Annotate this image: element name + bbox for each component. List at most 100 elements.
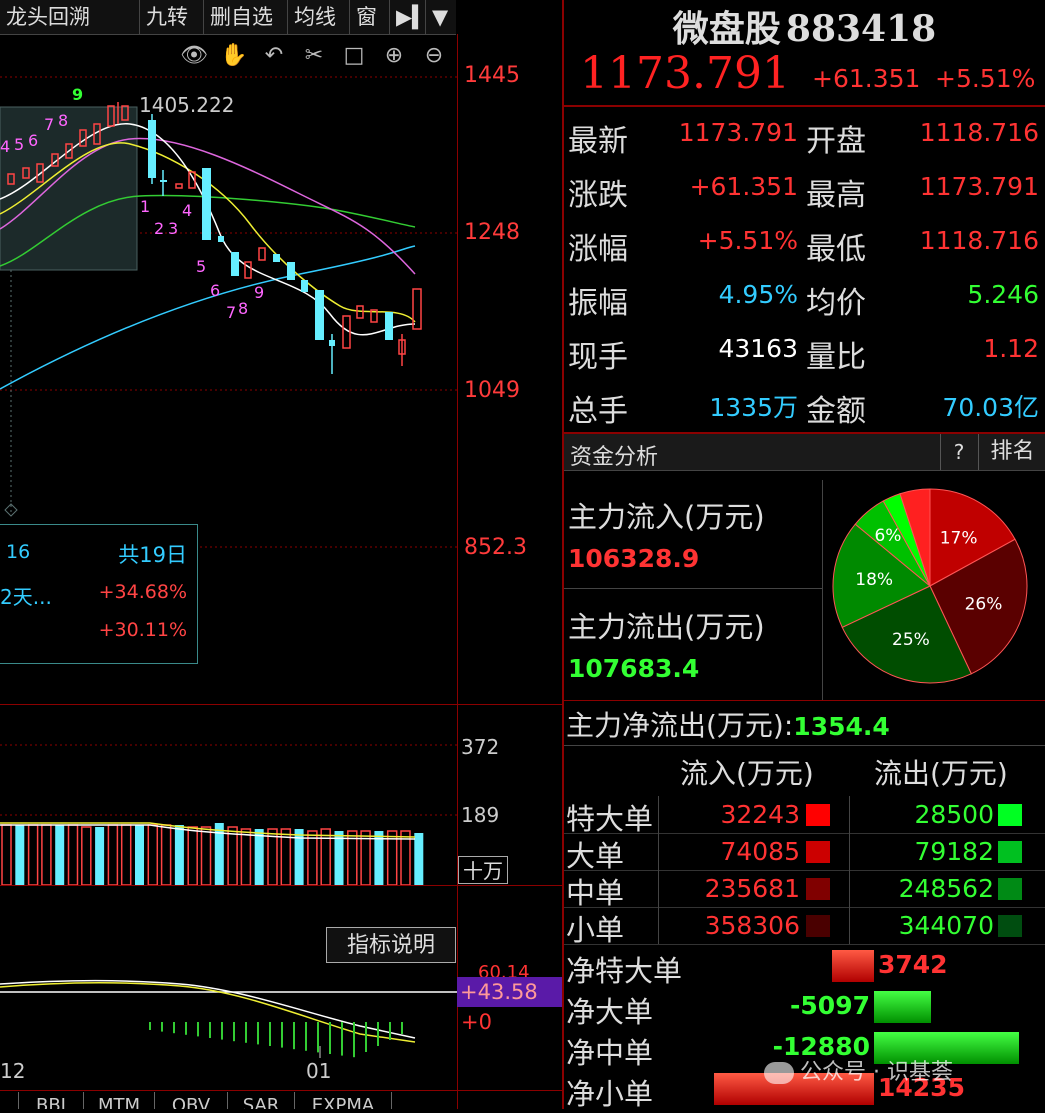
stock-code: 883418 bbox=[785, 8, 937, 50]
volume-bar bbox=[55, 825, 65, 885]
divider bbox=[849, 796, 850, 833]
pie-slice-label: 25% bbox=[892, 630, 930, 650]
quote-value: +61.351 bbox=[689, 172, 798, 201]
outflow-swatch bbox=[998, 804, 1022, 826]
volume-bar bbox=[240, 828, 252, 885]
outflow-swatch bbox=[998, 915, 1022, 937]
interval-stat-value: 16 bbox=[6, 541, 31, 563]
nine-count-label: 6 bbox=[28, 131, 38, 150]
capital-pie-chart[interactable]: 17% 26% 25% 18% 6% bbox=[830, 486, 1034, 690]
main-inflow-value: 106328.9 bbox=[568, 544, 700, 573]
quote-label: 最低 bbox=[806, 232, 866, 267]
indicator-chart[interactable]: 12 01 bbox=[0, 886, 457, 1090]
order-outflow-value: 248562 bbox=[898, 874, 994, 903]
order-flow-row: 特大单 32243 28500 bbox=[564, 796, 1045, 836]
toolbar-nine-turn[interactable]: 九转 bbox=[140, 0, 204, 34]
toolbar-remove-watchlist[interactable]: 删自选 bbox=[204, 0, 288, 34]
pie-slice-label: 6% bbox=[874, 526, 901, 546]
volume-bar bbox=[135, 825, 144, 885]
quote-label: 现手 bbox=[568, 340, 628, 375]
quote-value: 5.246 bbox=[967, 280, 1039, 309]
column-header-inflow: 流入(万元) bbox=[680, 757, 814, 790]
quote-value: 1118.716 bbox=[919, 226, 1039, 255]
net-flow-row: 净大单 -5097 bbox=[564, 985, 1045, 1029]
order-outflow-value: 79182 bbox=[914, 837, 994, 866]
rank-button[interactable]: 排名 bbox=[978, 434, 1045, 470]
quote-value: 43163 bbox=[718, 334, 798, 363]
volume-axis-label: 189 bbox=[461, 803, 500, 827]
price-axis-label: 1049 bbox=[464, 378, 520, 403]
stock-name: 微盘股 bbox=[672, 8, 781, 50]
main-flow-summary: 主力流入(万元) 106328.9 主力流出(万元) 107683.4 bbox=[564, 480, 823, 700]
pane-divider-tabs bbox=[0, 1090, 562, 1091]
quote-value: 1173.791 bbox=[919, 172, 1039, 201]
net-flow-label: 净特大单 bbox=[566, 954, 683, 988]
volume-chart[interactable] bbox=[0, 705, 457, 885]
order-flow-row: 小单 358306 344070 bbox=[564, 907, 1045, 947]
order-size-label: 小单 bbox=[566, 913, 625, 947]
indicator-current-value: +43.58 bbox=[457, 977, 562, 1007]
quote-label: 开盘 bbox=[806, 124, 866, 159]
volume-bar bbox=[41, 824, 52, 885]
divider bbox=[658, 833, 659, 870]
indicator-tabs: BBI MTM OBV SAR EXPMA bbox=[0, 1092, 456, 1109]
tab-mtm[interactable]: MTM bbox=[84, 1092, 155, 1109]
volume-bar bbox=[107, 824, 119, 885]
net-flow-value: -5097 bbox=[790, 991, 870, 1020]
divider bbox=[658, 870, 659, 907]
volume-bar bbox=[95, 827, 105, 885]
wechat-icon bbox=[764, 1062, 794, 1084]
volume-bar bbox=[147, 824, 159, 885]
toolbar-window[interactable]: 窗 bbox=[350, 0, 390, 34]
tab-obv[interactable]: OBV bbox=[155, 1092, 228, 1109]
main-outflow-value: 107683.4 bbox=[568, 654, 700, 683]
order-flow-table: 特大单 32243 28500 大单 74085 79182 中单 235681 248562 小… bbox=[564, 796, 1045, 947]
order-outflow-value: 344070 bbox=[898, 911, 994, 940]
chevron-down-icon[interactable]: ▼ bbox=[426, 0, 456, 34]
nine-count-label: 4 bbox=[182, 201, 192, 220]
quote-row: 现手 43163 量比 1.12 bbox=[564, 324, 1045, 378]
quote-label: 量比 bbox=[806, 340, 866, 375]
chart-toolbar: 龙头回溯 九转 删自选 均线 窗 ▶▍ ▼ bbox=[0, 0, 456, 35]
inflow-swatch bbox=[806, 915, 830, 937]
nine-count-label: 9 bbox=[72, 85, 83, 104]
nine-count-label: 4 bbox=[0, 137, 10, 156]
order-size-label: 大单 bbox=[566, 839, 625, 873]
tab-expma[interactable]: EXPMA bbox=[295, 1092, 392, 1109]
divider bbox=[658, 796, 659, 833]
chart-axis-divider bbox=[457, 34, 458, 1109]
capital-title: 资金分析 bbox=[570, 445, 659, 470]
quote-row: 振幅 4.95% 均价 5.246 bbox=[564, 270, 1045, 324]
x-axis-label: 12 bbox=[0, 1059, 25, 1083]
toolbar-moving-average[interactable]: 均线 bbox=[288, 0, 350, 34]
tab-sar[interactable]: SAR bbox=[228, 1092, 295, 1109]
main-inflow-label: 主力流入(万元) bbox=[568, 500, 765, 534]
net-flow-bar bbox=[832, 950, 874, 982]
nine-count-label: 7 bbox=[226, 303, 236, 322]
nine-count-label: 8 bbox=[238, 299, 248, 318]
volume-bar bbox=[187, 826, 198, 885]
column-header-outflow: 流出(万元) bbox=[874, 757, 1008, 790]
net-flow-bar bbox=[874, 991, 931, 1023]
quote-row: 涨跌 +61.351 最高 1173.791 bbox=[564, 162, 1045, 216]
volume-bar bbox=[15, 825, 25, 885]
watermark: 公众号 · 识基荟 bbox=[764, 1054, 953, 1086]
interval-stat-label: 2天... bbox=[0, 585, 52, 609]
toolbar-leader-backtrack[interactable]: 龙头回溯 bbox=[0, 0, 140, 34]
volume-bar bbox=[320, 828, 331, 885]
tab-bbi[interactable]: BBI bbox=[19, 1092, 84, 1109]
divider bbox=[849, 833, 850, 870]
help-button[interactable]: ? bbox=[940, 434, 977, 470]
collapse-panel-icon[interactable]: ▶▍ bbox=[390, 0, 428, 34]
price-axis-label: 1445 bbox=[464, 63, 520, 88]
price-axis-label: 1248 bbox=[464, 220, 520, 245]
pie-slice-label: 18% bbox=[855, 570, 893, 590]
main-net-outflow-label: 主力净流出(万元): bbox=[566, 709, 794, 742]
main-net-outflow-value: 1354.4 bbox=[793, 712, 890, 741]
quote-value: +5.51% bbox=[697, 226, 798, 255]
quote-row: 涨幅 +5.51% 最低 1118.716 bbox=[564, 216, 1045, 270]
interval-stats-box: 16 共19日 2天... +34.68% +30.11% bbox=[0, 524, 198, 664]
net-flow-label: 净中单 bbox=[566, 1036, 654, 1070]
nine-count-label: 6 bbox=[210, 281, 220, 300]
main-outflow-label: 主力流出(万元) bbox=[568, 610, 765, 644]
